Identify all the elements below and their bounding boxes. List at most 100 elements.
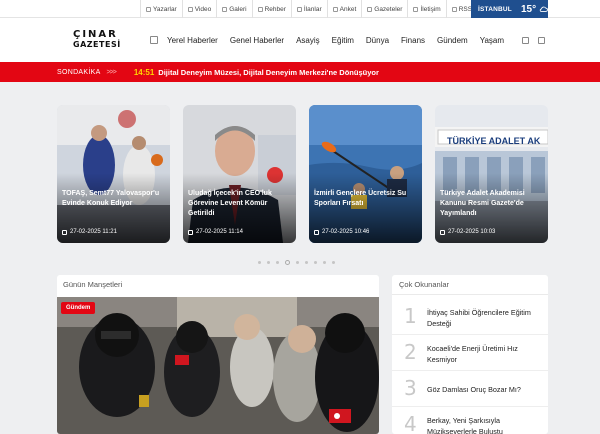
- most-read-item[interactable]: 2 Kocaeli'de Enerji Üretimi Hız Kesmiyor: [392, 335, 548, 371]
- card-date-text: 27-02-2025 11:14: [196, 229, 243, 235]
- site-header: ÇINAR GAZETESİ Yerel Haberler Genel Habe…: [0, 18, 600, 62]
- most-read-item[interactable]: 1 İhtiyaç Sahibi Öğrencilere Eğitim Dest…: [392, 299, 548, 335]
- most-read-title: Berkay, Yeni Şarkısıyla Müzikseverlerle …: [427, 416, 503, 434]
- card-date: 27-02-2025 10:03: [440, 229, 495, 235]
- weather-city: İSTANBUL: [478, 5, 512, 13]
- top-link-video[interactable]: Video: [181, 0, 217, 18]
- slider-card[interactable]: Uludağ İçecek'in CEO'luk Görevine Levent…: [183, 105, 296, 243]
- top-link-ilanlar[interactable]: İlanlar: [290, 0, 327, 18]
- book-icon: [257, 6, 263, 12]
- card-title: TOFAŞ, Semt77 Yalovaspor'u Evinde Konuk …: [62, 190, 160, 207]
- top-link-galeri[interactable]: Galeri: [216, 0, 251, 18]
- logo-line2: GAZETESİ: [73, 40, 121, 49]
- rank-number: 4: [404, 412, 417, 434]
- most-read-item[interactable]: 4 Berkay, Yeni Şarkısıyla Müzikseverlerl…: [392, 407, 548, 434]
- logo-line1: ÇINAR: [73, 29, 118, 40]
- top-link-label: Gazeteler: [374, 5, 403, 13]
- nav-item-yerel-haberler[interactable]: Yerel Haberler: [167, 36, 218, 45]
- weather-widget[interactable]: İSTANBUL 15°: [471, 0, 548, 18]
- top-links: Yazarlar Video Galeri Rehber İlanlar Ank…: [140, 0, 477, 18]
- nav-item-yasam[interactable]: Yaşam: [480, 36, 504, 45]
- header-icons: [522, 36, 546, 44]
- top-link-label: Galeri: [229, 5, 247, 13]
- top-link-label: Anket: [339, 5, 357, 13]
- card-date: 27-02-2025 10:46: [314, 229, 369, 235]
- rank-number: 3: [404, 376, 417, 400]
- contact-icon: [413, 6, 419, 12]
- calendar-icon: [188, 229, 193, 235]
- divider: [392, 294, 548, 295]
- most-read-title: İhtiyaç Sahibi Öğrencilere Eğitim Desteğ…: [427, 308, 531, 328]
- poll-icon: [332, 6, 338, 12]
- top-link-label: Yazarlar: [153, 5, 177, 13]
- top-link-label: Rehber: [264, 5, 286, 13]
- slider-dot[interactable]: [276, 261, 279, 264]
- nav-item-gundem[interactable]: Gündem: [437, 36, 468, 45]
- slider-dot[interactable]: [323, 261, 326, 264]
- breaking-news-bar: SONDAKİKA >>> 14:51 Dijital Deneyim Müze…: [0, 62, 600, 82]
- slider-dot-active[interactable]: [285, 260, 290, 265]
- rss-icon: [451, 6, 457, 12]
- nav-item-asayis[interactable]: Asayiş: [296, 36, 320, 45]
- headlines-panel: Günün Manşetleri Gündem: [57, 275, 379, 434]
- slider-dot[interactable]: [267, 261, 270, 264]
- top-link-label: İletişim: [420, 5, 441, 13]
- rank-number: 1: [404, 304, 417, 328]
- slider-dot[interactable]: [305, 261, 308, 264]
- nav-item-genel-haberler[interactable]: Genel Haberler: [230, 36, 284, 45]
- most-read-heading: Çok Okunanlar: [399, 280, 450, 289]
- user-icon[interactable]: [522, 36, 530, 44]
- nav-item-egitim[interactable]: Eğitim: [332, 36, 354, 45]
- top-link-label: İlanlar: [303, 5, 322, 13]
- breaking-label: SONDAKİKA: [57, 68, 101, 76]
- card-date-text: 27-02-2025 11:21: [70, 229, 117, 235]
- calendar-icon: [62, 229, 67, 235]
- top-link-anket[interactable]: Anket: [326, 0, 362, 18]
- slider-card[interactable]: İzmirli Gençlere Ücretsiz Su Sporları Fı…: [309, 105, 422, 243]
- most-read-panel: Çok Okunanlar 1 İhtiyaç Sahibi Öğrencile…: [392, 275, 548, 434]
- slider-card[interactable]: TOFAŞ, Semt77 Yalovaspor'u Evinde Konuk …: [57, 105, 170, 243]
- nav-item-finans[interactable]: Finans: [401, 36, 425, 45]
- slider-pagination: [258, 260, 335, 265]
- most-read-item[interactable]: 3 Göz Damlası Oruç Bozar Mı?: [392, 371, 548, 407]
- most-read-title: Göz Damlası Oruç Bozar Mı?: [427, 385, 521, 394]
- site-logo[interactable]: ÇINAR GAZETESİ: [73, 30, 131, 52]
- slider-dot[interactable]: [332, 261, 335, 264]
- top-link-iletisim[interactable]: İletişim: [407, 0, 445, 18]
- card-date-text: 27-02-2025 10:46: [322, 229, 370, 235]
- card-date-text: 27-02-2025 10:03: [448, 229, 496, 235]
- top-link-gazeteler[interactable]: Gazeteler: [361, 0, 407, 18]
- gallery-icon: [222, 6, 228, 12]
- cloud-icon: [539, 6, 548, 12]
- main-nav: Yerel Haberler Genel Haberler Asayiş Eği…: [150, 18, 546, 62]
- newspaper-icon: [367, 6, 373, 12]
- video-icon: [187, 6, 193, 12]
- category-badge[interactable]: Gündem: [61, 302, 96, 314]
- slider-card[interactable]: TÜRKİYE ADALET AK Türkiye Adalet Akademi…: [435, 105, 548, 243]
- top-link-yazarlar[interactable]: Yazarlar: [140, 0, 182, 18]
- card-title: Türkiye Adalet Akademisi Kanunu Resmi Ga…: [440, 190, 525, 217]
- headline-photo[interactable]: [57, 297, 379, 434]
- calendar-icon: [440, 229, 445, 235]
- card-title: Uludağ İçecek'in CEO'luk Görevine Levent…: [188, 190, 272, 217]
- card-date: 27-02-2025 11:21: [62, 229, 117, 235]
- chevrons-right-icon: >>>: [106, 68, 117, 76]
- headlines-heading: Günün Manşetleri: [63, 280, 123, 289]
- top-utility-bar: Yazarlar Video Galeri Rehber İlanlar Ank…: [0, 0, 600, 18]
- building-sign: TÜRKİYE ADALET AK: [447, 136, 541, 146]
- card-title: İzmirli Gençlere Ücretsiz Su Sporları Fı…: [314, 190, 407, 207]
- search-icon[interactable]: [538, 36, 546, 44]
- breaking-time: 14:51: [133, 67, 155, 77]
- slider-dot[interactable]: [296, 261, 299, 264]
- slider-dot[interactable]: [258, 261, 261, 264]
- top-link-rehber[interactable]: Rehber: [251, 0, 291, 18]
- nav-item-dunya[interactable]: Dünya: [366, 36, 389, 45]
- menu-icon[interactable]: [150, 36, 158, 44]
- top-link-label: Video: [194, 5, 212, 13]
- rank-number: 2: [404, 340, 417, 364]
- ads-icon: [296, 6, 302, 12]
- calendar-icon: [314, 229, 319, 235]
- pen-icon: [146, 6, 151, 12]
- breaking-headline[interactable]: Dijital Deneyim Müzesi, Dijital Deneyim …: [158, 68, 379, 77]
- slider-dot[interactable]: [314, 261, 317, 264]
